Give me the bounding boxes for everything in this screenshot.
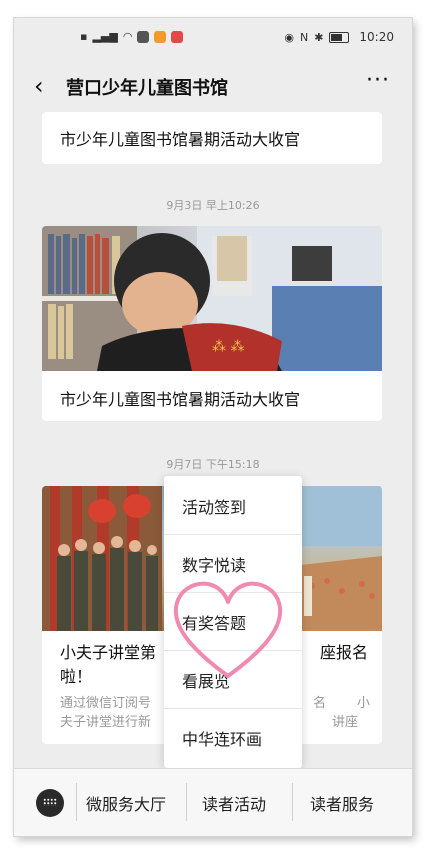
status-bar: ▪ ▂▄▆ ◠ ◉ N ✱ 10:20 xyxy=(14,18,412,56)
menu-item-checkin[interactable]: 活动签到 xyxy=(164,476,302,535)
menu-button-reader-activity[interactable]: 读者活动 xyxy=(202,791,266,815)
divider xyxy=(76,783,77,821)
article-title: 市少年儿童图书馆暑期活动大收官 xyxy=(60,130,301,149)
page-title: 营口少年儿童图书馆 xyxy=(66,78,228,99)
heart-highlight-icon xyxy=(173,581,283,678)
status-left: ▪ ▂▄▆ ◠ xyxy=(80,30,184,43)
divider xyxy=(292,783,293,821)
article-cover-image: ⁂ ⁂ xyxy=(42,226,382,371)
divider xyxy=(186,783,187,821)
battery-icon xyxy=(329,31,350,43)
message-timestamp: 9月7日 下午15:18 xyxy=(166,458,260,471)
app-icon xyxy=(154,30,167,43)
app-icon xyxy=(171,30,184,43)
keyboard-toggle-icon[interactable] xyxy=(36,789,64,817)
article-card[interactable]: 市少年儿童图书馆暑期活动大收官 xyxy=(42,112,382,164)
menu-button-micro-service[interactable]: 微服务大厅 xyxy=(86,791,166,815)
article-title: 市少年儿童图书馆暑期活动大收官 xyxy=(60,390,301,409)
wifi-icon: ◠ xyxy=(122,30,133,43)
library-photo: ⁂ ⁂ xyxy=(42,226,382,371)
signal-icon: ▂▄▆ xyxy=(92,30,118,43)
nfc-icon: N xyxy=(299,30,309,44)
bluetooth-icon: ✱ xyxy=(314,30,324,44)
article-card[interactable]: ⁂ ⁂ 市少年儿童图书馆暑期活动大收官 xyxy=(42,226,382,421)
phone-screen: ▪ ▂▄▆ ◠ ◉ N ✱ 10:20 ‹ 营口少年儿童图书馆 ··· 市少年儿… xyxy=(14,18,412,836)
status-right: ◉ N ✱ 10:20 xyxy=(284,30,394,44)
status-time: 10:20 xyxy=(359,30,394,44)
more-options-button[interactable]: ··· xyxy=(366,68,390,93)
menu-item-comics[interactable]: 中华连环画 xyxy=(164,708,302,766)
bottom-menu-bar: 微服务大厅 读者活动 读者服务 xyxy=(14,768,412,836)
svg-text:⁂ ⁂: ⁂ ⁂ xyxy=(212,339,244,355)
message-timestamp: 9月3日 早上10:26 xyxy=(166,199,260,212)
eye-icon: ◉ xyxy=(284,30,294,44)
back-icon[interactable]: ‹ xyxy=(34,74,44,98)
sim-icon: ▪ xyxy=(80,30,88,43)
nav-bar: ‹ 营口少年儿童图书馆 ··· xyxy=(14,56,412,118)
app-icon xyxy=(137,30,150,43)
menu-button-reader-service[interactable]: 读者服务 xyxy=(310,791,374,815)
